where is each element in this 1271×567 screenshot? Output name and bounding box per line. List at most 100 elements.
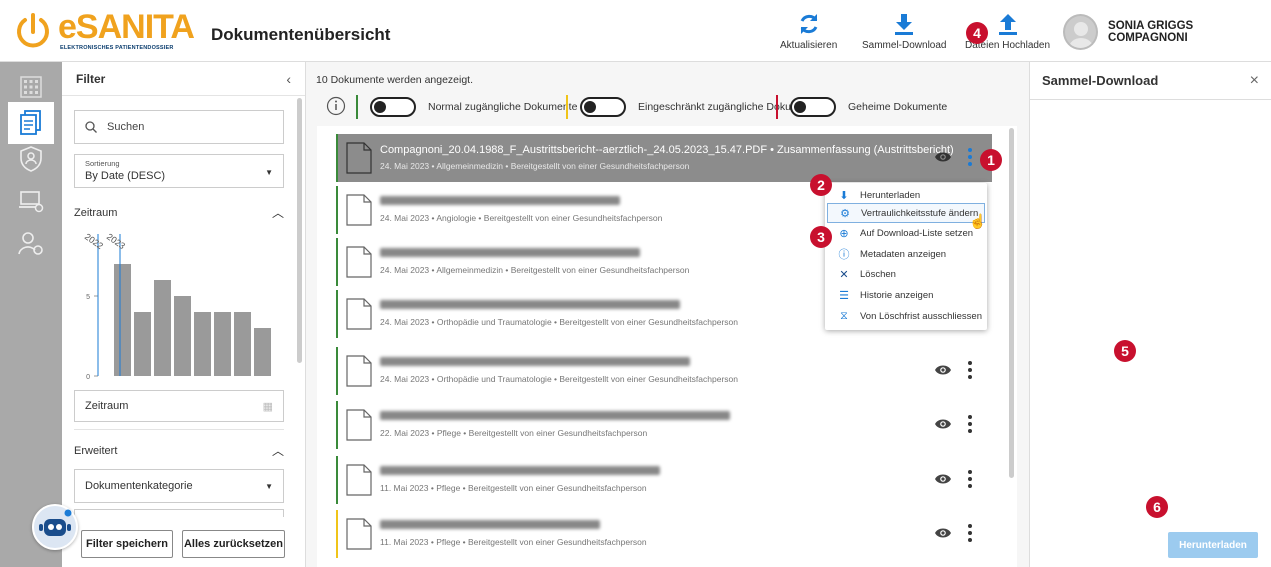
document-row[interactable]: Compagnoni_20.04.1988_F_Austrittsbericht… bbox=[336, 134, 992, 182]
filter-title: Filter bbox=[76, 71, 106, 86]
avatar bbox=[1063, 14, 1099, 50]
nav-rail bbox=[0, 62, 62, 567]
refresh-button[interactable]: Aktualisieren bbox=[780, 12, 837, 51]
document-row[interactable]: 11. Mai 2023 • Pflege • Bereitgestellt v… bbox=[336, 456, 992, 504]
more-options-icon[interactable] bbox=[967, 415, 973, 435]
chart-bar[interactable] bbox=[134, 312, 151, 376]
bulk-download-header: Sammel-Download × bbox=[1030, 62, 1271, 100]
refresh-icon bbox=[800, 14, 817, 34]
chart-bar[interactable] bbox=[234, 312, 251, 376]
eye-icon[interactable] bbox=[934, 472, 952, 486]
legend-color-secret bbox=[776, 95, 778, 119]
document-meta: 11. Mai 2023 • Pflege • Bereitgestellt v… bbox=[380, 483, 647, 493]
period-chart[interactable]: 0 5 2022 2023 bbox=[74, 226, 274, 386]
user-profile[interactable]: SONIA GRIGGS COMPAGNONI bbox=[1063, 13, 1271, 51]
eye-icon[interactable] bbox=[934, 417, 952, 431]
document-title: Compagnoni_20.04.1988_F_Austrittsbericht… bbox=[380, 144, 954, 156]
document-meta: 24. Mai 2023 • Orthopädie und Traumatolo… bbox=[380, 317, 738, 327]
user-name: SONIA GRIGGS COMPAGNONI bbox=[1108, 20, 1194, 44]
chart-bar[interactable] bbox=[114, 264, 131, 376]
sort-value: By Date (DESC) bbox=[85, 170, 166, 182]
y-tick-label: 0 bbox=[86, 374, 90, 381]
document-meta: 24. Mai 2023 • Allgemeinmedizin • Bereit… bbox=[380, 161, 690, 171]
more-options-icon[interactable] bbox=[967, 148, 973, 168]
chart-bar[interactable] bbox=[174, 296, 191, 376]
esanita-logo[interactable]: eSANITA ELEKTRONISCHES PATIENTENDOSSIER bbox=[14, 8, 195, 54]
bulk-download-submit-button[interactable]: Herunterladen bbox=[1168, 532, 1258, 558]
chatbot-button[interactable] bbox=[32, 504, 78, 550]
eye-icon[interactable] bbox=[934, 150, 952, 164]
chart-bar[interactable] bbox=[254, 328, 271, 376]
rail-item-user-settings[interactable] bbox=[10, 222, 52, 264]
toggle-normal[interactable] bbox=[370, 97, 416, 117]
more-options-icon[interactable] bbox=[967, 361, 973, 381]
eye-icon[interactable] bbox=[934, 526, 952, 540]
info-icon[interactable] bbox=[326, 96, 346, 116]
documents-icon bbox=[20, 110, 41, 135]
chart-bar[interactable] bbox=[154, 280, 171, 376]
chevron-down-icon: ▼ bbox=[265, 482, 273, 491]
period-section-header[interactable]: Zeitraum ︿ bbox=[74, 204, 284, 221]
toggle-secret[interactable] bbox=[790, 97, 836, 117]
chevron-up-icon: ︿ bbox=[271, 444, 284, 458]
step-badge-5: 5 bbox=[1114, 340, 1136, 362]
filter-scrollbar[interactable] bbox=[297, 98, 302, 363]
menu-item-label: Auf Download-Liste setzen bbox=[860, 227, 974, 239]
hand-cursor-icon: ☝ bbox=[969, 213, 987, 229]
period-date-field[interactable]: Zeitraum ▦ bbox=[74, 390, 284, 422]
reset-all-button[interactable]: Alles zurücksetzen bbox=[182, 530, 285, 558]
next-field bbox=[74, 509, 284, 517]
step-badge-2: 2 bbox=[810, 174, 832, 196]
document-file-icon bbox=[346, 355, 372, 387]
calendar-icon: ▦ bbox=[262, 401, 273, 413]
list-scrollbar[interactable] bbox=[1009, 128, 1014, 478]
search-icon bbox=[85, 121, 97, 133]
refresh-label: Aktualisieren bbox=[780, 40, 838, 51]
document-row[interactable]: 24. Mai 2023 • Orthopädie und Traumatolo… bbox=[336, 347, 992, 395]
step-badge-1: 1 bbox=[980, 149, 1002, 171]
menu-item[interactable]: ☰ Historie anzeigen bbox=[827, 285, 985, 305]
document-meta: 11. Mai 2023 • Pflege • Bereitgestellt v… bbox=[380, 537, 647, 547]
info-icon: ⓘ bbox=[838, 249, 850, 261]
save-filter-button[interactable]: Filter speichern bbox=[81, 530, 173, 558]
step-badge-4: 4 bbox=[966, 22, 988, 44]
close-icon[interactable]: × bbox=[1250, 72, 1259, 90]
menu-item[interactable]: ⚙ Vertraulichkeitsstufe ändern bbox=[827, 203, 985, 223]
legend-secret: Geheime Dokumente bbox=[776, 95, 947, 119]
bulk-download-button[interactable]: Sammel-Download bbox=[862, 12, 946, 51]
more-options-icon[interactable] bbox=[967, 470, 973, 490]
app-header: eSANITA ELEKTRONISCHES PATIENTENDOSSIER … bbox=[0, 0, 1271, 62]
chart-bar[interactable] bbox=[194, 312, 211, 376]
rail-item-devices[interactable] bbox=[10, 180, 52, 222]
more-options-icon[interactable] bbox=[967, 524, 973, 544]
download-icon: ⬇ bbox=[839, 189, 849, 202]
menu-item[interactable]: ⬇ Herunterladen bbox=[827, 185, 985, 205]
rail-item-access[interactable] bbox=[10, 138, 52, 180]
menu-item[interactable]: ⓘ Metadaten anzeigen bbox=[827, 244, 985, 264]
filter-panel: Filter ‹ Suchen Sortierung By Date (DESC… bbox=[62, 62, 306, 567]
eye-icon[interactable] bbox=[934, 363, 952, 377]
sort-select[interactable]: Sortierung By Date (DESC) ▼ bbox=[74, 154, 284, 188]
logo-text: eSANITA bbox=[58, 8, 195, 46]
chart-bar[interactable] bbox=[214, 312, 231, 376]
download-icon bbox=[895, 14, 914, 35]
menu-item-label: Herunterladen bbox=[860, 189, 921, 201]
legend-color-restricted bbox=[566, 95, 568, 119]
advanced-section-header[interactable]: Erweitert ︿ bbox=[74, 442, 284, 459]
category-select[interactable]: Dokumentenkategorie ▼ bbox=[74, 469, 284, 503]
menu-item[interactable]: ⧖ Von Löschfrist ausschliessen bbox=[827, 306, 985, 326]
document-file-icon bbox=[346, 464, 372, 496]
search-input[interactable]: Suchen bbox=[74, 110, 284, 144]
chevron-down-icon: ▼ bbox=[265, 168, 273, 177]
toggle-restricted[interactable] bbox=[580, 97, 626, 117]
menu-item[interactable]: ✕ Löschen bbox=[827, 264, 985, 284]
collapse-icon[interactable]: ‹ bbox=[286, 71, 291, 87]
menu-item[interactable]: ⊕ Auf Download-Liste setzen bbox=[827, 223, 985, 243]
year-label: 2022 bbox=[83, 231, 105, 251]
plus-circle-icon: ⊕ bbox=[839, 227, 849, 240]
document-row[interactable]: 22. Mai 2023 • Pflege • Bereitgestellt v… bbox=[336, 401, 992, 449]
document-row[interactable]: 11. Mai 2023 • Pflege • Bereitgestellt v… bbox=[336, 510, 992, 558]
document-context-menu: ⬇ Herunterladen ⚙ Vertraulichkeitsstufe änd… bbox=[825, 183, 987, 330]
robot-icon bbox=[39, 509, 72, 536]
period-field-label: Zeitraum bbox=[85, 400, 129, 412]
